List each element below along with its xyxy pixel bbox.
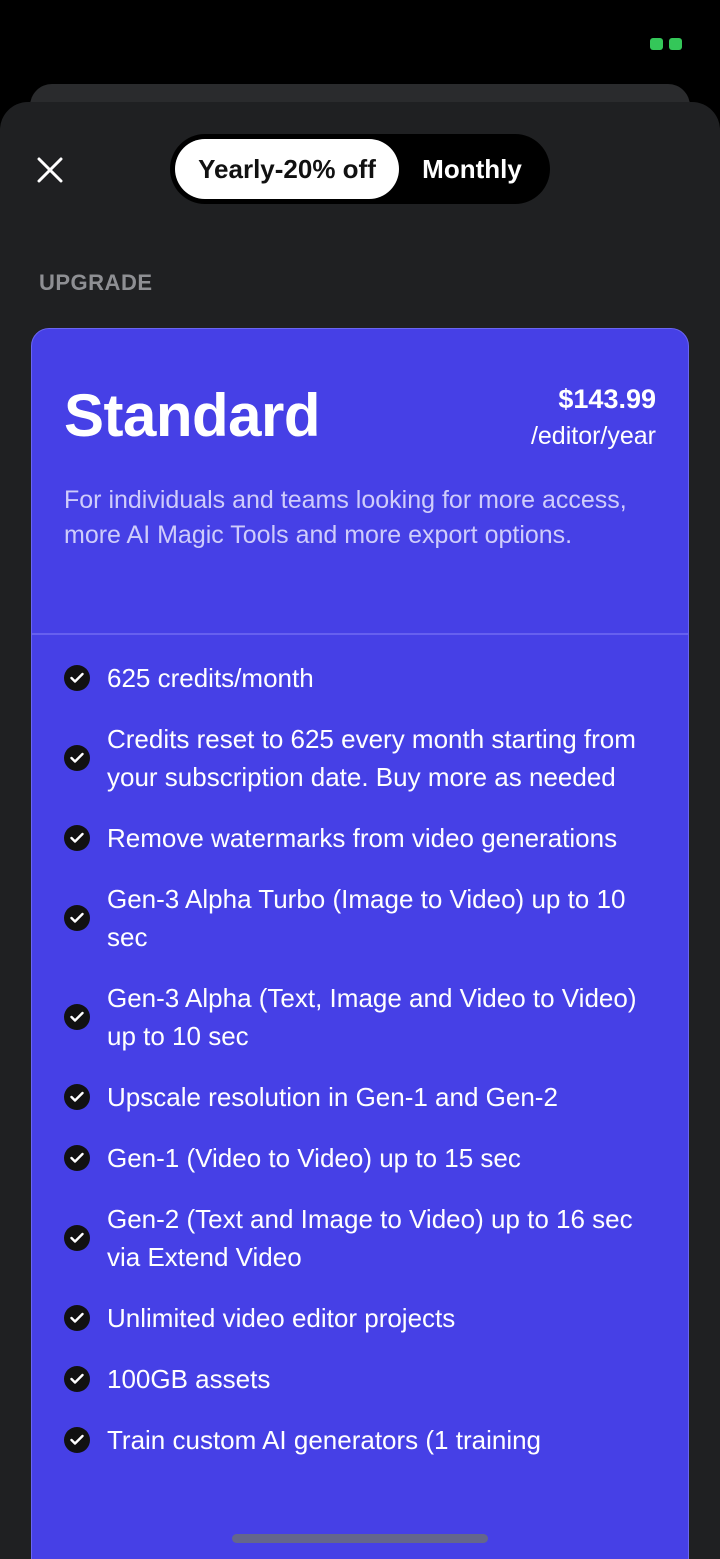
feature-text: 100GB assets bbox=[107, 1364, 271, 1394]
feature-text: Gen-2 (Text and Image to Video) up to 16… bbox=[107, 1204, 633, 1272]
feature-text: Gen-3 Alpha Turbo (Image to Video) up to… bbox=[107, 884, 626, 952]
feature-text: Gen-3 Alpha (Text, Image and Video to Vi… bbox=[107, 983, 637, 1051]
price-amount: $143.99 bbox=[558, 384, 656, 414]
feature-text: 625 credits/month bbox=[107, 663, 314, 693]
home-indicator[interactable] bbox=[232, 1534, 488, 1543]
check-icon bbox=[64, 1427, 90, 1453]
plan-description: For individuals and teams looking for mo… bbox=[64, 486, 627, 549]
upgrade-sheet: Yearly-20% off Monthly UPGRADE Standard … bbox=[0, 102, 720, 1559]
check-icon bbox=[64, 1145, 90, 1171]
feature-item: Gen-2 (Text and Image to Video) up to 16… bbox=[64, 1200, 648, 1276]
check-icon bbox=[64, 1305, 90, 1331]
feature-text: Remove watermarks from video generations bbox=[107, 823, 618, 853]
billing-toggle: Yearly-20% off Monthly bbox=[170, 134, 550, 204]
feature-list: 625 credits/month Credits reset to 625 e… bbox=[64, 659, 648, 1482]
feature-item: 100GB assets bbox=[64, 1360, 648, 1398]
monthly-option[interactable]: Monthly bbox=[399, 139, 545, 199]
feature-text: Upscale resolution in Gen-1 and Gen-2 bbox=[107, 1082, 558, 1112]
feature-item: Credits reset to 625 every month startin… bbox=[64, 720, 648, 796]
feature-text: Credits reset to 625 every month startin… bbox=[107, 724, 636, 792]
feature-text: Unlimited video editor projects bbox=[107, 1303, 456, 1333]
feature-item: Unlimited video editor projects bbox=[64, 1299, 648, 1337]
feature-text: Gen-1 (Video to Video) up to 15 sec bbox=[107, 1143, 521, 1173]
status-indicator bbox=[650, 38, 682, 52]
check-icon bbox=[64, 1225, 90, 1251]
yearly-option[interactable]: Yearly-20% off bbox=[175, 139, 399, 199]
check-icon bbox=[64, 825, 90, 851]
check-icon bbox=[64, 1366, 90, 1392]
check-icon bbox=[64, 745, 90, 771]
feature-item: Gen-3 Alpha (Text, Image and Video to Vi… bbox=[64, 979, 648, 1055]
feature-item: Remove watermarks from video generations bbox=[64, 819, 648, 857]
feature-item: Gen-3 Alpha Turbo (Image to Video) up to… bbox=[64, 880, 648, 956]
close-icon bbox=[37, 157, 63, 183]
feature-item: Train custom AI generators (1 training bbox=[64, 1421, 648, 1459]
plan-price: $143.99 /editor/year bbox=[531, 381, 656, 455]
feature-item: Gen-1 (Video to Video) up to 15 sec bbox=[64, 1139, 648, 1177]
feature-item: 625 credits/month bbox=[64, 659, 648, 697]
plan-name: Standard bbox=[64, 382, 321, 449]
check-icon bbox=[64, 665, 90, 691]
price-unit: /editor/year bbox=[530, 422, 656, 450]
plan-card-header: Standard $143.99 /editor/year For indivi… bbox=[32, 329, 688, 635]
check-icon bbox=[64, 1084, 90, 1110]
check-icon bbox=[64, 1004, 90, 1030]
check-icon bbox=[64, 905, 90, 931]
close-button[interactable] bbox=[30, 150, 70, 190]
feature-text: Train custom AI generators (1 training bbox=[107, 1425, 542, 1455]
section-label: UPGRADE bbox=[39, 270, 153, 295]
plan-card[interactable]: Standard $143.99 /editor/year For indivi… bbox=[31, 328, 689, 1559]
feature-item: Upscale resolution in Gen-1 and Gen-2 bbox=[64, 1078, 648, 1116]
